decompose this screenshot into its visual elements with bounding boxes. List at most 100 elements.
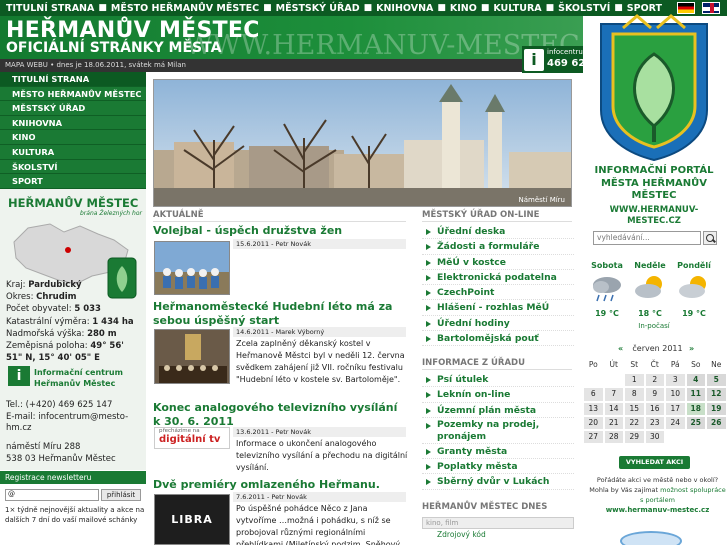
sidebar-item[interactable]: MĚSTO HEŘMANŮV MĚSTEC xyxy=(0,86,146,102)
german-flag-icon[interactable] xyxy=(677,2,695,14)
calendar-next-button[interactable]: » xyxy=(689,344,694,353)
news-meta: 14.6.2011 - Marek Výborný xyxy=(233,327,406,337)
town-crest-image[interactable] xyxy=(593,14,715,162)
sidebar-item[interactable]: SPORT xyxy=(0,174,146,189)
calendar-day[interactable]: 17 xyxy=(666,402,685,415)
calendar-day[interactable]: 1 xyxy=(625,374,644,387)
office-info-link[interactable]: Poplatky města xyxy=(422,459,574,475)
town-today-heading: HEŘMANŮV MĚSTEC DNES xyxy=(422,502,548,512)
office-link[interactable]: Bartolomějská pouť xyxy=(422,331,574,347)
info-centre-heading[interactable]: Informační centrum Heřmanův Městec xyxy=(34,367,123,389)
calendar-day[interactable]: 5 xyxy=(707,374,726,387)
rain-cloud-icon xyxy=(593,277,621,302)
email-line[interactable]: E-mail: infocentrum@mesto- xyxy=(6,412,128,424)
email-line[interactable]: hm.cz xyxy=(6,423,128,435)
sidebar-item[interactable]: KINO xyxy=(0,130,146,145)
find-event-button[interactable]: VYHLEDAT AKCI xyxy=(619,456,690,469)
topnav-item[interactable]: KNIHOVNA xyxy=(374,3,435,14)
topnav-item[interactable]: KINO xyxy=(448,3,479,14)
sidebar-item[interactable]: ŠKOLSTVÍ xyxy=(0,159,146,175)
calendar-day[interactable]: 9 xyxy=(645,388,664,401)
office-link[interactable]: Žádosti a formuláře xyxy=(422,239,574,255)
calendar-day[interactable]: 23 xyxy=(645,416,664,430)
calendar-day[interactable]: 27 xyxy=(584,431,603,444)
topnav-item[interactable]: ŠKOLSTVÍ xyxy=(556,3,612,14)
calendar-day[interactable]: 14 xyxy=(604,402,623,415)
news-title[interactable]: Konec analogového televizního vysílání k… xyxy=(153,401,408,429)
calendar-day[interactable]: 19 xyxy=(707,402,726,415)
calendar-day[interactable]: 20 xyxy=(584,416,603,430)
calendar-day[interactable]: 6 xyxy=(584,388,603,401)
calendar-day[interactable]: 8 xyxy=(625,388,644,401)
topnav-item[interactable]: MĚSTO HEŘMANŮV MĚSTEC xyxy=(109,3,261,14)
news-meta: 13.6.2011 - Petr Novák xyxy=(233,427,406,437)
newsletter-email-input[interactable]: @ xyxy=(5,489,99,501)
town-today-search-input[interactable]: kino, film xyxy=(422,517,574,529)
office-info-link[interactable]: Pozemky na prodej, pronájem xyxy=(422,418,574,444)
office-info-link[interactable]: Psí útulek xyxy=(422,372,574,388)
calendar-day[interactable]: 3 xyxy=(666,374,685,387)
office-info-link[interactable]: Leknín on-line xyxy=(422,387,574,403)
church-concert-photo[interactable] xyxy=(154,329,230,384)
calendar-day[interactable]: 16 xyxy=(645,402,664,415)
volleyball-team-photo[interactable] xyxy=(154,241,230,295)
news-title[interactable]: Heřmanoměstecké Hudební léto má za sebou… xyxy=(153,300,408,328)
sidebar-item[interactable]: KNIHOVNA xyxy=(0,115,146,131)
calendar-day[interactable]: 12 xyxy=(707,388,726,401)
badge-image[interactable] xyxy=(620,531,682,545)
office-link[interactable]: Úřední deska xyxy=(422,224,574,240)
sidebar-item[interactable]: KULTURA xyxy=(0,144,146,160)
weather-day: Sobota xyxy=(591,261,623,270)
calendar-weekday: Ne xyxy=(711,360,722,369)
weather-source-link[interactable]: In-počasí xyxy=(630,322,678,330)
sidebar-item[interactable]: TITULNÍ STRANA xyxy=(0,72,146,87)
topnav-item[interactable]: SPORT xyxy=(625,3,664,14)
calendar-day[interactable]: 21 xyxy=(604,416,623,430)
calendar-day[interactable]: 30 xyxy=(645,431,664,444)
phone-line: Tel.: (+420) 469 625 147 xyxy=(6,400,113,410)
calendar-day[interactable]: 28 xyxy=(604,431,623,444)
portal-url-link[interactable]: www.hermanuv-mestec.cz xyxy=(588,506,727,514)
topnav-item[interactable]: KULTURA xyxy=(491,3,543,14)
calendar-day[interactable]: 13 xyxy=(584,402,603,415)
office-info-link[interactable]: Sběrný dvůr v Lukách xyxy=(422,474,574,490)
office-link[interactable]: CzechPoint xyxy=(422,285,574,301)
calendar-day[interactable]: 26 xyxy=(707,416,726,430)
office-link[interactable]: Úřední hodiny xyxy=(422,316,574,332)
town-today-item[interactable]: Zdrojový kód xyxy=(422,530,574,542)
calendar-day[interactable]: 7 xyxy=(604,388,623,401)
news-text: Informace o ukončení analogového televiz… xyxy=(236,439,408,472)
calendar-day[interactable]: 10 xyxy=(666,388,685,401)
infocentrum-label: infocentrum: xyxy=(547,48,592,56)
news-title[interactable]: Dvě premiéry omlazeného Heřmanu. xyxy=(153,478,408,492)
portal-url[interactable]: WWW.HERMANUV-MESTEC.CZ xyxy=(588,205,720,227)
calendar-day[interactable]: 29 xyxy=(625,431,644,444)
calendar-day[interactable]: 24 xyxy=(666,416,685,430)
office-info-link[interactable]: Granty města xyxy=(422,444,574,460)
calendar-day[interactable]: 2 xyxy=(645,374,664,387)
topnav-item[interactable]: MĚSTSKÝ ÚŘAD xyxy=(274,3,362,14)
calendar-day[interactable]: 11 xyxy=(686,388,705,401)
office-online-heading: MĚSTSKÝ ÚŘAD ON-LINE xyxy=(422,210,572,222)
search-icon[interactable] xyxy=(703,231,717,245)
office-link[interactable]: Elektronická podatelna xyxy=(422,270,574,286)
office-link[interactable]: Hlášení - rozhlas MěÚ xyxy=(422,300,574,316)
calendar-day[interactable]: 22 xyxy=(625,416,644,430)
newsletter-subscribe-button[interactable]: přihlásit xyxy=(101,489,141,501)
topnav-item[interactable]: TITULNÍ STRANA xyxy=(4,3,96,14)
calendar-day[interactable]: 18 xyxy=(686,402,705,415)
english-flag-icon[interactable] xyxy=(702,2,720,14)
town-info-title: HEŘMANŮV MĚSTEC xyxy=(8,196,139,210)
office-link[interactable]: MěÚ v kostce xyxy=(422,255,574,270)
office-info-link[interactable]: Územní plán města xyxy=(422,403,574,418)
calendar-day[interactable]: 4 xyxy=(686,374,705,387)
digital-tv-logo[interactable]: přecházíme na digitální tv xyxy=(154,427,230,449)
calendar-day[interactable]: 25 xyxy=(686,416,705,430)
news-title[interactable]: Volejbal - úspěch družstva žen xyxy=(153,224,408,238)
calendar-day[interactable]: 15 xyxy=(625,402,644,415)
portal-title: INFORMAČNÍ PORTÁL MĚSTA HEŘMANŮV MĚSTEC xyxy=(594,165,714,201)
calendar-note: Pořádáte akci ve městě nebo v okolí? Moh… xyxy=(589,476,726,504)
sidebar-item[interactable]: MĚSTSKÝ ÚŘAD xyxy=(0,101,146,116)
theatre-poster-photo[interactable]: LIBRA xyxy=(154,494,230,545)
site-search-input[interactable]: vyhledávání... xyxy=(593,231,701,245)
